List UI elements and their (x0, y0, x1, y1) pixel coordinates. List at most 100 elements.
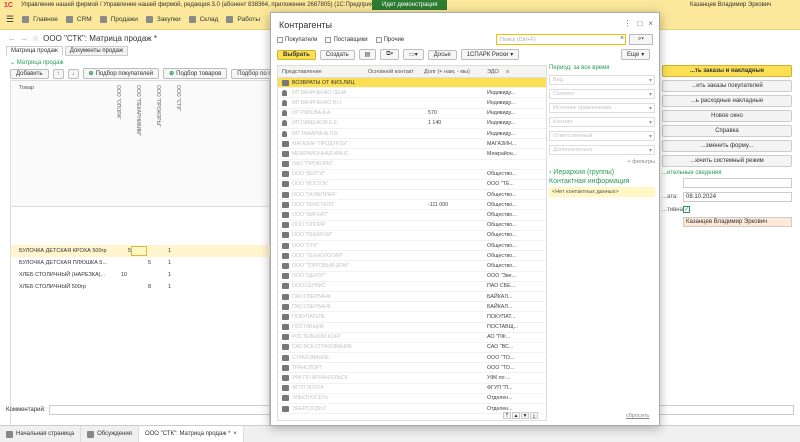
responsible-field[interactable]: Казанцев Владимир Эркович (683, 217, 792, 227)
list-item[interactable]: ООО "БЕРГИ" Общество... (278, 170, 546, 180)
column-header-edo[interactable]: ЭДО (487, 69, 499, 75)
list-item[interactable]: ООО "ТЕХНОЛОГИИ" Общество... (278, 251, 546, 262)
column-header-buyer[interactable]: ООО "ПЕКАРНИКИМ" (135, 85, 141, 136)
list-item[interactable]: ФГУП ПОЧТА ФГУП "П... (278, 384, 546, 394)
tab-sales-documents[interactable]: Документы продаж (64, 46, 129, 56)
table-row[interactable]: БУЛОЧКА ДЕТСКАЯ ПЛЮШКА 5... 5 1 (11, 257, 271, 269)
list-item[interactable]: УФК ПО АРХАНГЕЛЬСК УФК по ... (278, 373, 546, 384)
create-buyer-orders-button[interactable]: ...ить заказы покупателей (662, 80, 792, 92)
list-item[interactable]: ООО СЕРВИС ПАО СБЕ... (278, 282, 546, 292)
list-item[interactable]: ОАО "ПРОКОРЫ" (278, 160, 546, 170)
list-item[interactable]: ИП ТАМАРИНА Л.В. Индивиду... (278, 129, 546, 140)
reset-link[interactable]: сбросить (626, 413, 649, 419)
clear-search-icon[interactable]: × (620, 35, 624, 42)
list-item[interactable]: САО ВСК СТРАХОВАНИЕ САО "ВС... (278, 343, 546, 354)
list-item[interactable]: ПАО СБЕРБАНК БАЙКАЛ... (278, 302, 546, 313)
list-item[interactable]: ИП ВАНИЧЕНКО В.Н. Индивиду... (278, 98, 546, 109)
move-down-button[interactable]: ↓ (67, 68, 79, 79)
menu-item-main[interactable]: Главное (22, 16, 58, 23)
list-item[interactable]: ЭЛЕКТРОСЕТЬ Отделен... (278, 394, 546, 404)
list-item[interactable]: МЕЖРАЙОННАЯ ИФНС Межрайон... (278, 149, 546, 160)
current-user[interactable]: Казанцев Владимир Эркович (690, 0, 771, 10)
column-header-name[interactable]: Представление (282, 69, 322, 75)
pick-buyers-button[interactable]: ⊕ Подбор покупателей (82, 68, 160, 79)
pick-goods-button[interactable]: ⊕ Подбор товаров (163, 68, 228, 79)
list-item[interactable]: ПОСТАВЩИК ПОСТАВЩ... (278, 323, 546, 333)
add-button[interactable]: Добавить (10, 68, 49, 79)
selected-cell[interactable] (131, 246, 147, 256)
close-icon[interactable]: × (648, 19, 653, 28)
list-item[interactable]: ООО "ОПОРА" Общество... (278, 221, 546, 231)
filter-contact[interactable]: Контакт (549, 117, 655, 127)
more-menu-icon[interactable]: ⋮ (623, 19, 631, 28)
create-orders-button[interactable]: ...ть заказы и накладные (662, 65, 792, 77)
search-input[interactable]: Поиск (Ctrl+F) (496, 34, 626, 45)
list-item[interactable]: ВОЗВРАТЫ ОТ ФИЗ.ЛИЦ (278, 78, 546, 89)
next-page-icon[interactable]: ▼ (521, 412, 529, 419)
list-item[interactable]: РОСТЕЛЕКОМ КОНТ АО "ПФ... (278, 333, 546, 343)
contact-info-header[interactable]: Контактная информация (549, 178, 655, 185)
tab-sales-matrix[interactable]: Матрица продаж (6, 46, 63, 56)
change-form-button[interactable]: ...зменить форму... (662, 140, 792, 152)
menu-item-warehouse[interactable]: Склад (188, 16, 218, 23)
list-item[interactable]: ТРАНСПОРТ ООО "ТО... (278, 363, 546, 374)
filter-kind[interactable]: Вид (549, 75, 655, 85)
close-icon[interactable]: × (233, 431, 237, 437)
column-header-buyer[interactable]: ООО "ОПОРА" (115, 85, 121, 119)
create-button[interactable]: Создать (319, 49, 355, 60)
group-label[interactable]: ⌄ Матрица продаж (10, 59, 64, 66)
taskbar-home[interactable]: Начальная страница (0, 426, 82, 442)
list-item[interactable]: МАГАЗИН "ПРОДУКТЫ" МАГАЗИН... (278, 139, 546, 150)
print-button[interactable]: ▭▾ (403, 49, 424, 60)
list-item[interactable]: ООО "КРИСТАЛЛ" -111 000 Общество... (278, 200, 546, 211)
list-item[interactable]: ООО "СТК" Общество... (278, 241, 546, 252)
table-row[interactable]: БУЛОЧКА ДЕТСКАЯ КРОХА 500гр 5 1 (11, 245, 271, 257)
filter-source[interactable]: Источник привлечения (549, 103, 655, 113)
hierarchy-toggle[interactable]: › Иерархия (группы) (549, 169, 655, 176)
table-row[interactable]: ХЛЕБ СТОЛИЧНЫЙ (НАРЕЗКА)... 10 1 (11, 269, 271, 281)
filter-segment[interactable]: Сегмент (549, 89, 655, 99)
menu-item-sales[interactable]: Продажи (99, 16, 138, 23)
list-item[interactable]: ИП ВАНИЧЕНКО ЛЕНА Индивиду... (278, 88, 546, 99)
filter-additional[interactable]: Дополнительно (549, 145, 655, 155)
favorite-star-icon[interactable]: ☆ (32, 34, 39, 43)
menu-item-crm[interactable]: CRM (65, 16, 92, 23)
column-header-buyer[interactable]: ООО "ПРОКОРЫ" (155, 85, 161, 127)
list-item[interactable]: ИП РЯБОВА А.А. 570 Индивиду... (278, 109, 546, 119)
list-item[interactable]: ООО "ПЕКАРНЯ" Общество... (278, 231, 546, 241)
table-row[interactable]: ХЛЕБ СТОЛИЧНЫЙ 500гр 8 1 (11, 281, 271, 293)
buyers-checkbox[interactable]: Покупатели (277, 37, 317, 43)
menu-item-purchases[interactable]: Закупки (145, 16, 181, 23)
more-filters-link[interactable]: + фильтры (549, 159, 655, 165)
list-item[interactable]: СТРАХОВАНИЕ ООО "ТО... (278, 353, 546, 364)
date-field[interactable]: 08.10.2024 (683, 192, 792, 202)
create-invoices-button[interactable]: ...ь расходные накладные (662, 95, 792, 107)
maximize-icon[interactable]: □ (637, 19, 642, 28)
create-group-button[interactable]: ▤ (358, 49, 377, 60)
taskbar-discussions[interactable]: Обсуждения (81, 426, 139, 442)
system-mode-button[interactable]: ...ючить системный режим (662, 155, 792, 167)
list-item[interactable]: ИП САВЕНКОВ Е.Е. 1 140 Индивиду... (278, 119, 546, 129)
more-button[interactable]: Еще ▾ (621, 49, 651, 60)
others-checkbox[interactable]: Прочие (375, 37, 404, 43)
prev-page-icon[interactable]: ▲ (512, 412, 520, 419)
first-page-icon[interactable]: ⤒ (503, 412, 511, 419)
back-icon[interactable]: ← (8, 34, 16, 43)
list-item[interactable]: ПАО СБЕРБАНК БАЙКАЛ... (278, 292, 546, 303)
forward-icon[interactable]: → (20, 34, 28, 43)
filter-responsible[interactable]: Ответственный (549, 131, 655, 141)
list-item[interactable]: ПОКУПАТЕЛЬ ПОКУПАТ... (278, 312, 546, 323)
last-page-icon[interactable]: ⤓ (530, 412, 538, 419)
list-item[interactable]: ООО "МАГНАТ" Общество... (278, 210, 546, 221)
new-window-button[interactable]: Новое окно (662, 110, 792, 122)
column-header-contact[interactable]: Основной контакт (368, 69, 414, 75)
period-selector[interactable]: Период: за все время (549, 65, 655, 71)
spark-risks-button[interactable]: 1СПАРК Риски ▾ (460, 49, 520, 60)
move-up-button[interactable]: ↑ (52, 68, 64, 79)
column-header-debt[interactable]: Долг (+ нам, - мы) (424, 69, 470, 75)
menu-item-works[interactable]: Работы (226, 16, 260, 23)
copy-button[interactable]: ⧉▾ (380, 49, 400, 60)
active-checkbox[interactable]: ✓ (683, 206, 690, 213)
suppliers-checkbox[interactable]: Поставщики (325, 37, 368, 43)
number-field[interactable] (683, 178, 792, 188)
